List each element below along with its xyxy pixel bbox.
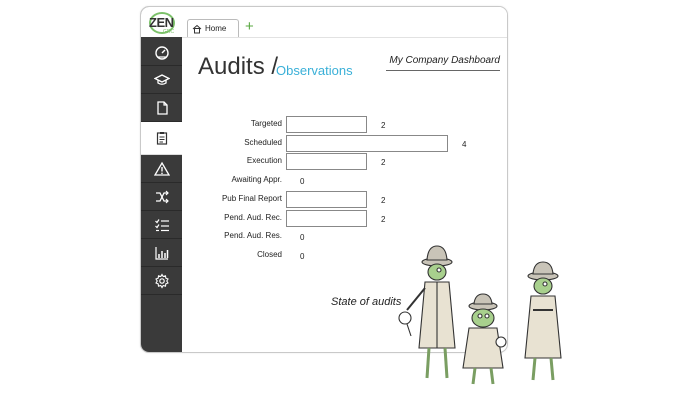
chart-category-label: Pend. Aud. Res. xyxy=(224,231,282,241)
dashboard-selector[interactable]: My Company Dashboard xyxy=(386,55,500,71)
chart-category-label: Targeted xyxy=(250,119,282,128)
chart-value-label: 0 xyxy=(300,177,305,187)
sidebar-item-dashboard[interactable] xyxy=(141,38,182,66)
chart-bar[interactable] xyxy=(286,134,448,152)
chart-category-label: Closed xyxy=(257,249,282,259)
chart-bar[interactable] xyxy=(286,116,367,133)
logo-subtext: GRC xyxy=(163,29,175,35)
detective-middle xyxy=(462,293,507,385)
tab-home[interactable]: Home xyxy=(187,19,239,37)
chart-category-label: Scheduled xyxy=(244,137,282,147)
chart-row: Execution 2 xyxy=(141,153,507,171)
detective-right xyxy=(524,261,562,381)
logo-text: ZEN xyxy=(149,15,174,30)
chart-value-label: 2 xyxy=(381,158,386,168)
page-title-text: Audits xyxy=(198,53,265,80)
chart-value-label: 2 xyxy=(381,121,386,130)
chart-title: State of audits xyxy=(331,296,402,308)
chart-value-label: 2 xyxy=(381,195,386,205)
observations-link[interactable]: Observations xyxy=(276,63,353,78)
graduation-cap-icon xyxy=(153,73,170,85)
chart-row: Awaiting Appr. 0 xyxy=(141,172,507,190)
chart-value-label: 0 xyxy=(300,251,305,261)
sidebar-item-training[interactable] xyxy=(141,66,182,94)
chart-value-label: 0 xyxy=(300,233,305,243)
chart-row: Pub Final Report 2 xyxy=(141,190,507,209)
sidebar-item-settings[interactable] xyxy=(141,267,182,295)
chart-category-label: Execution xyxy=(246,156,282,166)
chart-value-label: 4 xyxy=(462,139,467,149)
document-icon xyxy=(156,100,168,115)
detective-left xyxy=(398,245,456,379)
add-tab-button[interactable]: + xyxy=(245,19,254,35)
detective-mascots-illustration xyxy=(398,245,562,385)
chart-category-label: Awaiting Appr. xyxy=(231,175,282,185)
logo[interactable]: ZEN GRC xyxy=(141,7,182,37)
chart-category-label: Pub Final Report xyxy=(221,193,282,203)
page-title: Audits / xyxy=(198,53,278,81)
tab-home-label: Home xyxy=(205,24,227,33)
chart-bar[interactable] xyxy=(286,153,367,171)
home-icon xyxy=(192,24,202,33)
chart-value-label: 2 xyxy=(381,214,386,224)
chart-row: Scheduled 4 xyxy=(141,134,507,153)
dashboard-icon xyxy=(154,45,169,60)
chart-bar[interactable] xyxy=(286,190,367,208)
chart-row: Pend. Aud. Rec. 2 xyxy=(141,209,507,228)
chart-row: Targeted 2 xyxy=(141,116,507,134)
chart-bar[interactable] xyxy=(286,209,367,227)
gear-icon xyxy=(154,272,169,289)
tab-bar: Home + xyxy=(182,7,507,38)
chart-category-label: Pend. Aud. Rec. xyxy=(224,212,282,222)
